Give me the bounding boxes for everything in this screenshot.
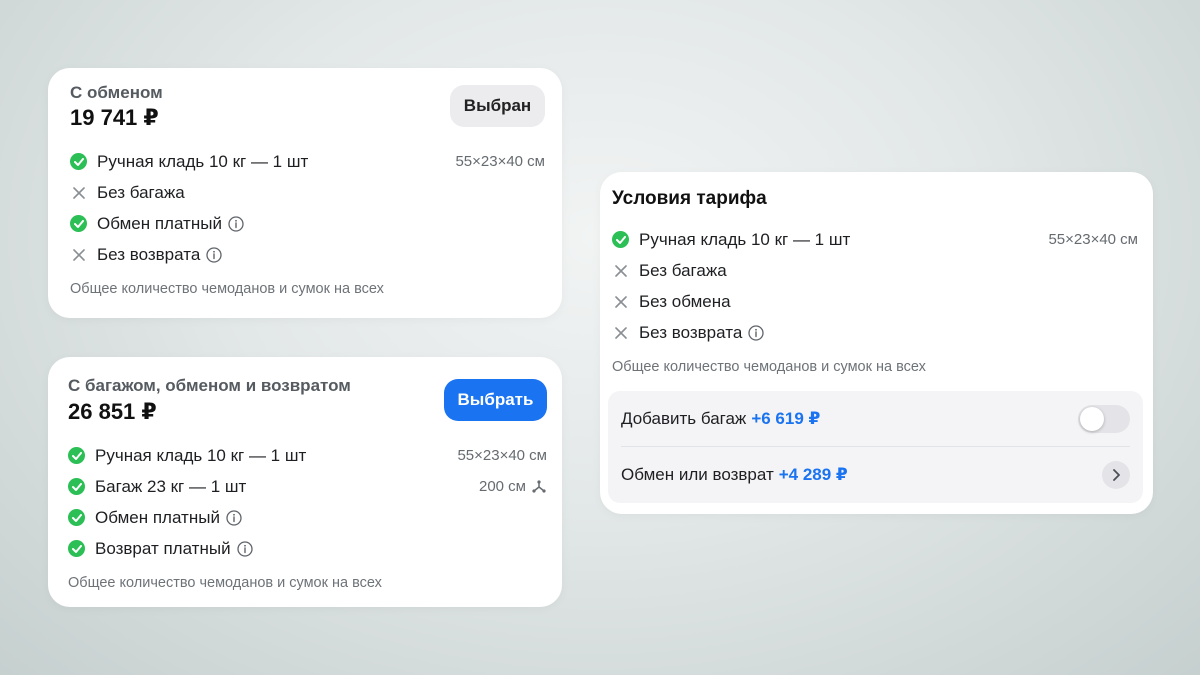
info-icon[interactable] [206,246,222,263]
add-baggage-label: Добавить багаж [621,408,747,428]
add-baggage-toggle[interactable] [1078,405,1130,433]
toggle-knob [1080,407,1104,431]
cross-icon [70,184,87,201]
cross-icon [612,293,629,310]
feature-list: Ручная кладь 10 кг — 1 шт 55×23×40 см Бе… [612,224,1138,348]
tariff-card-full: С багажом, обменом и возвратом 26 851 ₽ … [48,357,562,607]
feature-label: Без обмена [639,291,731,311]
cross-icon [612,262,629,279]
addon-options: Добавить багаж +6 619 ₽ Обмен или возвра… [608,391,1143,503]
luggage-note: Общее количество чемоданов и сумок на вс… [612,359,926,375]
feature-label: Возврат платный [95,538,231,558]
feature-dimensions: 55×23×40 см [455,153,545,170]
feature-dimensions: 55×23×40 см [1048,231,1138,248]
feature-label: Багаж 23 кг — 1 шт [95,476,247,496]
feature-dimensions: 200 см [479,478,547,495]
chevron-right-icon[interactable] [1102,461,1130,489]
feature-label: Ручная кладь 10 кг — 1 шт [95,445,307,465]
feature-exchange: Обмен платный [68,502,547,533]
add-baggage-price: +6 619 ₽ [751,408,821,428]
exchange-refund-row[interactable]: Обмен или возврат +4 289 ₽ [621,447,1130,503]
feature-label: Ручная кладь 10 кг — 1 шт [97,151,309,171]
exchange-refund-label: Обмен или возврат [621,465,774,484]
cross-icon [70,246,87,263]
check-icon [612,231,629,248]
feature-list: Ручная кладь 10 кг — 1 шт 55×23×40 см Бе… [70,146,545,270]
tariff-price: 26 851 ₽ [68,399,157,424]
check-icon [68,509,85,526]
info-icon[interactable] [748,324,764,341]
select-button[interactable]: Выбрать [444,379,547,421]
feature-list: Ручная кладь 10 кг — 1 шт 55×23×40 см Ба… [68,440,547,564]
check-icon [68,447,85,464]
selected-button[interactable]: Выбран [450,85,545,127]
feature-refund: Возврат платный [68,533,547,564]
check-icon [70,215,87,232]
conditions-title: Условия тарифа [612,188,767,209]
tariff-card-exchange: С обменом 19 741 ₽ Выбран Ручная кладь 1… [48,68,562,318]
feature-label: Без возврата [639,322,743,342]
feature-exchange: Обмен платный [70,208,545,239]
luggage-note: Общее количество чемоданов и сумок на вс… [68,575,382,591]
feature-no-baggage: Без багажа [612,255,1138,286]
info-icon[interactable] [226,509,242,526]
info-icon[interactable] [236,540,253,557]
feature-label: Без багажа [97,182,185,202]
feature-no-baggage: Без багажа [70,177,545,208]
tariff-title: С обменом [70,83,163,102]
feature-hand-luggage: Ручная кладь 10 кг — 1 шт 55×23×40 см [612,224,1138,255]
check-icon [70,153,87,170]
feature-no-refund: Без возврата [612,317,1138,348]
cross-icon [612,324,629,341]
feature-label: Без багажа [639,260,727,280]
feature-no-refund: Без возврата [70,239,545,270]
dimensions-icon [532,479,546,493]
feature-label: Без возврата [97,244,201,264]
feature-hand-luggage: Ручная кладь 10 кг — 1 шт 55×23×40 см [70,146,545,177]
feature-dimensions: 55×23×40 см [457,447,547,464]
luggage-note: Общее количество чемоданов и сумок на вс… [70,281,384,297]
baggage-size: 200 см [478,478,526,495]
check-icon [68,540,85,557]
feature-label: Ручная кладь 10 кг — 1 шт [639,229,851,249]
feature-baggage: Багаж 23 кг — 1 шт 200 см [68,471,547,502]
info-icon[interactable] [228,215,244,232]
tariff-price: 19 741 ₽ [70,105,159,130]
feature-no-exchange: Без обмена [612,286,1138,317]
tariff-title: С багажом, обменом и возвратом [68,376,351,395]
feature-label: Обмен платный [95,507,220,527]
exchange-refund-price: +4 289 ₽ [778,465,848,484]
feature-label: Обмен платный [97,213,222,233]
add-baggage-row[interactable]: Добавить багаж +6 619 ₽ [621,391,1130,447]
feature-hand-luggage: Ручная кладь 10 кг — 1 шт 55×23×40 см [68,440,547,471]
check-icon [68,478,85,495]
tariff-conditions-card: Условия тарифа Ручная кладь 10 кг — 1 шт… [600,172,1153,514]
